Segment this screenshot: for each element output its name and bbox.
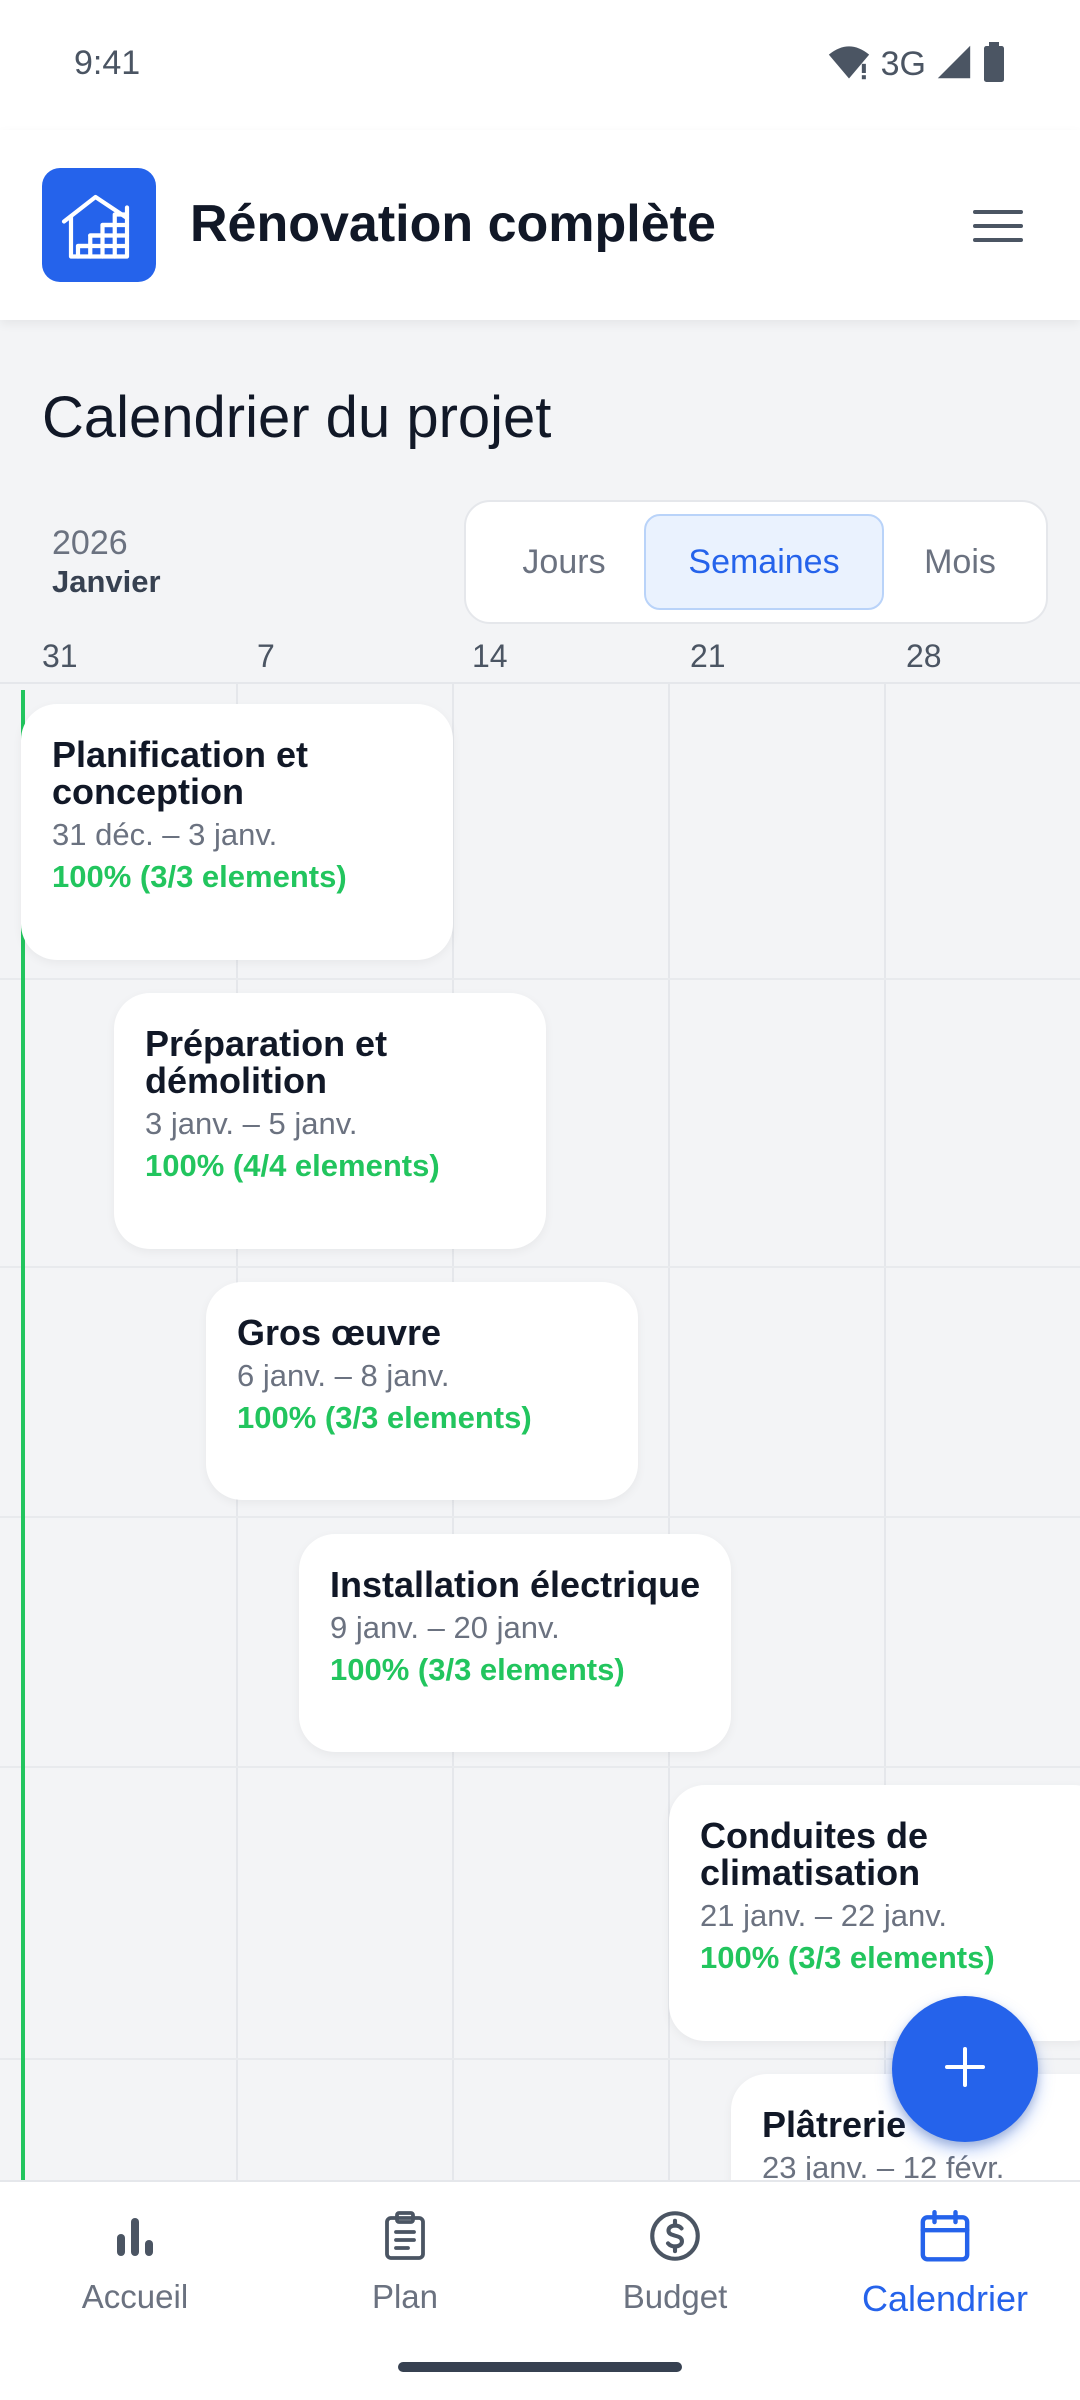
hamburger-menu-icon[interactable]: [968, 196, 1028, 256]
view-option-days[interactable]: Jours: [480, 514, 648, 610]
page-title: Calendrier du projet: [42, 385, 552, 450]
status-time: 9:41: [74, 44, 141, 82]
task-card[interactable]: Conduites de climatisation 21 janv. – 22…: [669, 1785, 1080, 2041]
week-label: 7: [257, 638, 275, 674]
week-label: 28: [906, 638, 942, 674]
grid-row-line: [0, 1266, 1080, 1268]
network-type: 3G: [880, 44, 926, 83]
task-card[interactable]: Planification et conception 31 déc. – 3 …: [21, 704, 453, 960]
app-title: Rénovation complète: [190, 195, 716, 253]
app-header: Rénovation complète: [0, 130, 1080, 320]
task-progress: 100% (3/3 elements): [52, 859, 347, 894]
view-option-weeks[interactable]: Semaines: [644, 514, 884, 610]
bar-chart-icon: [105, 2206, 165, 2266]
nav-item-plan[interactable]: Plan: [270, 2206, 540, 2336]
nav-label: Calendrier: [861, 2278, 1029, 2319]
task-card[interactable]: Gros œuvre 6 janv. – 8 janv. 100% (3/3 e…: [206, 1282, 638, 1500]
task-dates: 21 janv. – 22 janv.: [700, 1898, 948, 1933]
calendar-view: Calendrier du projet 2026 Janvier Jours …: [0, 320, 1080, 2180]
week-label: 14: [472, 638, 508, 674]
nav-item-budget[interactable]: Budget: [540, 2206, 810, 2336]
week-label: 31: [42, 638, 78, 674]
task-title: Gros œuvre: [237, 1312, 442, 1353]
task-title: Installation électrique: [330, 1564, 701, 1605]
task-progress: 100% (3/3 elements): [237, 1400, 532, 1435]
calendar-month: Janvier: [52, 564, 161, 599]
wifi-icon: [827, 43, 871, 86]
calendar-icon: [915, 2206, 975, 2266]
house-stairs-icon: [42, 168, 156, 282]
nav-label: Accueil: [81, 2278, 189, 2315]
task-dates: 6 janv. – 8 janv.: [237, 1358, 450, 1393]
task-progress: 100% (4/4 elements): [145, 1148, 440, 1183]
timeline-header-divider: [0, 682, 1080, 684]
dollar-circle-icon: [645, 2206, 705, 2266]
task-title: Conduites de climatisation: [700, 1815, 929, 1893]
nav-label: Budget: [622, 2278, 728, 2315]
grid-row-line: [0, 978, 1080, 980]
add-task-button[interactable]: [892, 1996, 1038, 2142]
task-dates: 23 janv. – 12 févr.: [762, 2150, 1005, 2180]
view-option-months[interactable]: Mois: [880, 514, 1040, 610]
nav-item-calendar[interactable]: Calendrier: [810, 2206, 1080, 2336]
view-toggle: Jours Semaines Mois: [464, 500, 1048, 624]
battery-icon: [982, 41, 1006, 87]
nav-label: Plan: [371, 2278, 439, 2315]
nav-item-home[interactable]: Accueil: [0, 2206, 270, 2336]
task-dates: 31 déc. – 3 janv.: [52, 817, 278, 852]
task-progress: 100% (3/3 elements): [330, 1652, 625, 1687]
status-bar: 9:41 3G: [0, 0, 1080, 130]
task-dates: 3 janv. – 5 janv.: [145, 1106, 358, 1141]
plus-icon: [943, 2045, 987, 2094]
task-progress: 100% (3/3 elements): [700, 1940, 995, 1975]
grid-row-line: [0, 1516, 1080, 1518]
task-card[interactable]: Installation électrique 9 janv. – 20 jan…: [299, 1534, 731, 1752]
signal-icon: [936, 44, 972, 85]
grid-row-line: [0, 1766, 1080, 1768]
task-title: Planification et conception: [52, 734, 309, 812]
week-label: 21: [690, 638, 726, 674]
calendar-year: 2026: [52, 524, 128, 562]
task-dates: 9 janv. – 20 janv.: [330, 1610, 560, 1645]
home-indicator[interactable]: [398, 2362, 682, 2372]
task-card[interactable]: Préparation et démolition 3 janv. – 5 ja…: [114, 993, 546, 1249]
status-icons: 3G: [827, 41, 1006, 87]
task-title: Préparation et démolition: [145, 1023, 388, 1101]
clipboard-icon: [375, 2206, 435, 2266]
